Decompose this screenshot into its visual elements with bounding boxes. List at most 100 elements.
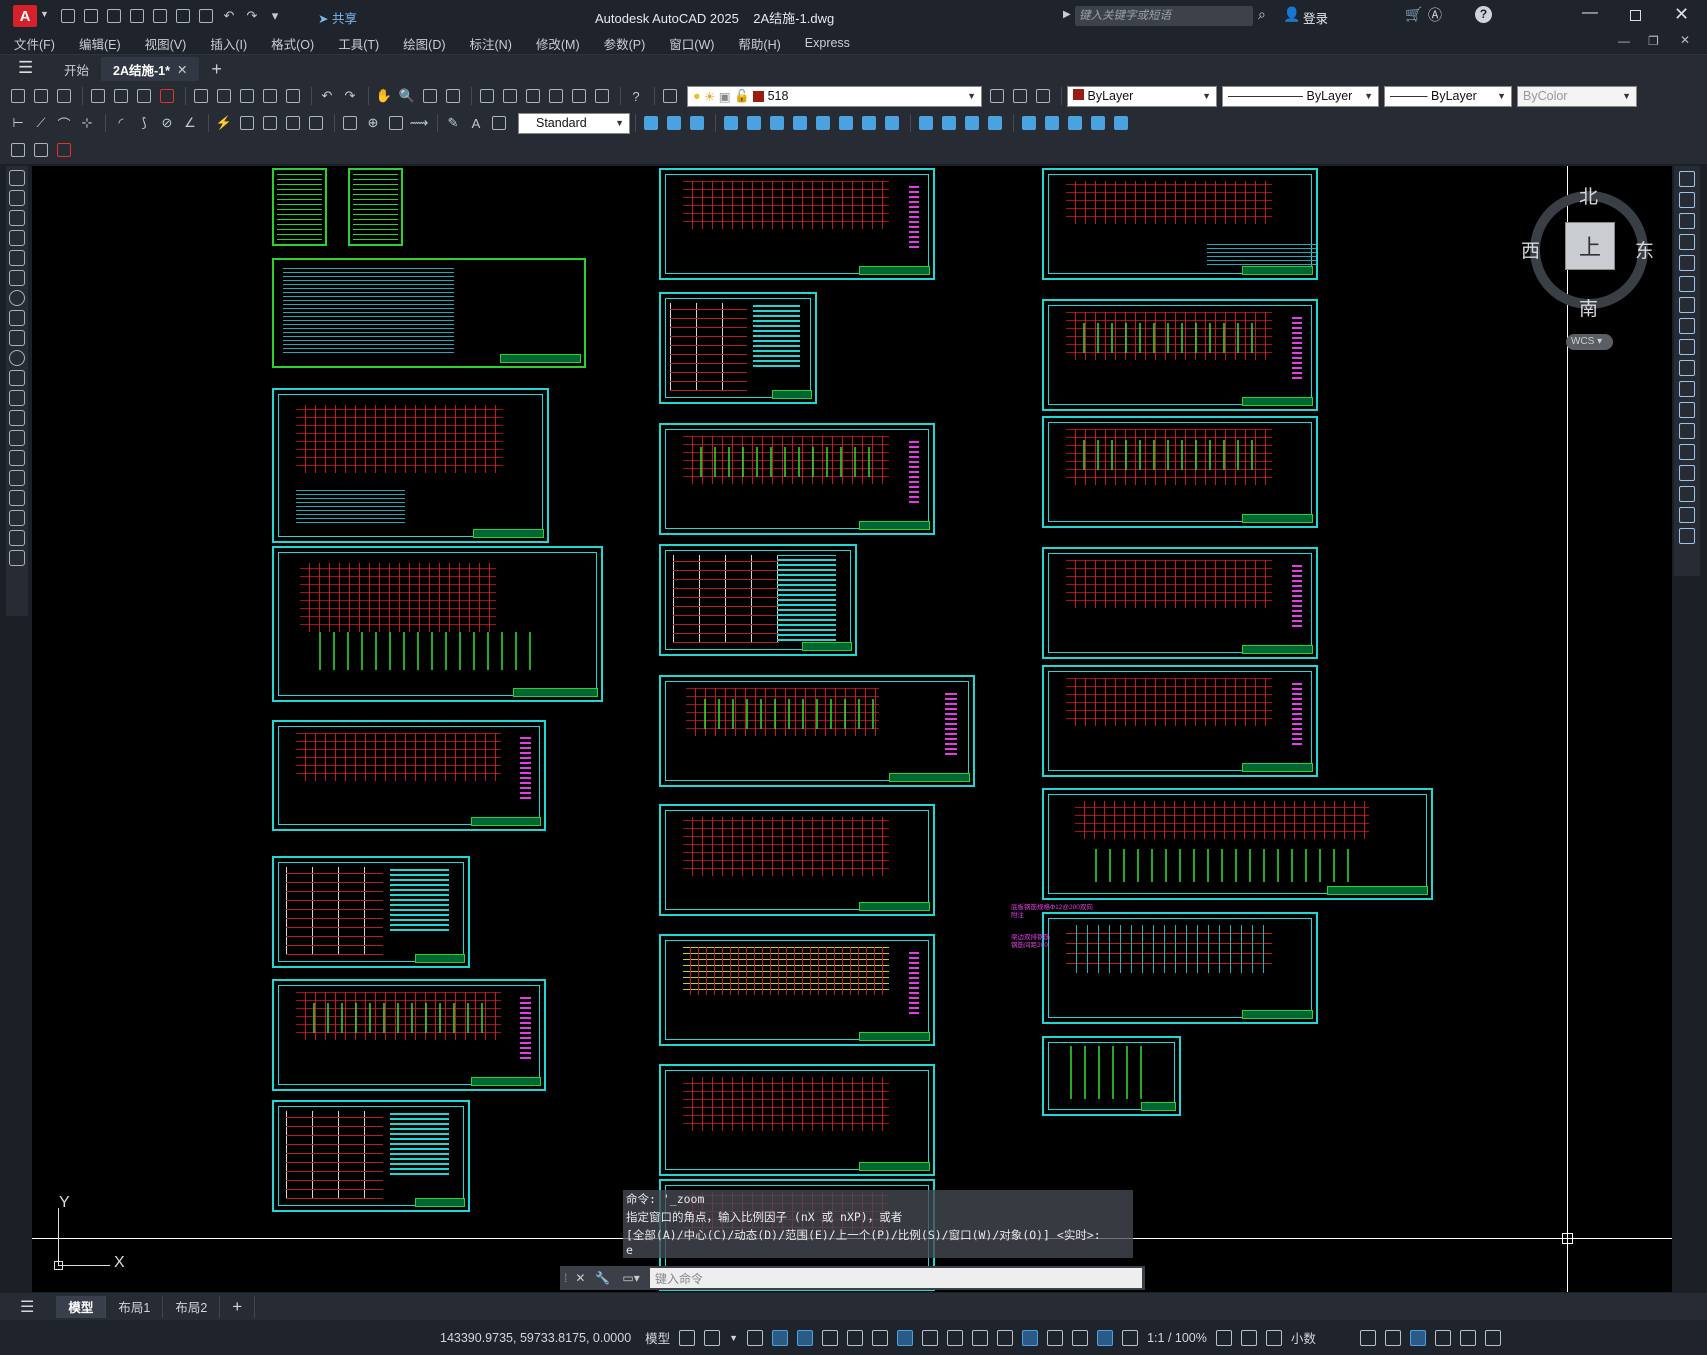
polar-tracking-icon[interactable] [822, 1329, 839, 1346]
arc-length-icon[interactable]: ⌒ [54, 113, 74, 133]
add-selected-icon[interactable] [9, 550, 25, 566]
menu-help[interactable]: 帮助(H) [738, 34, 780, 53]
units-icon[interactable] [1265, 1329, 1282, 1346]
jogged-linear-icon[interactable]: ⟿ [409, 113, 429, 133]
app-logo[interactable]: A [13, 5, 37, 27]
publish-3d-icon[interactable] [134, 86, 154, 106]
inspection-icon[interactable] [386, 113, 406, 133]
open-icon[interactable] [81, 6, 101, 26]
tab-layout1[interactable]: 布局1 [106, 1295, 164, 1318]
scale-icon[interactable] [1679, 318, 1695, 334]
3d-osnap-icon[interactable] [997, 1329, 1014, 1346]
compass-north[interactable]: 北 [1579, 182, 1598, 209]
camera-icon[interactable] [1088, 113, 1108, 133]
union-icon[interactable] [813, 113, 833, 133]
minimize-icon[interactable]: — [1582, 4, 1598, 22]
drawing-sheet-slab-4[interactable] [659, 804, 935, 916]
annotation-scale[interactable]: 1:1 / 100% [1147, 1331, 1207, 1345]
drawing-sheet-small-detail[interactable] [1042, 1036, 1181, 1116]
drawing-sheet-roof-2[interactable] [659, 1064, 935, 1176]
zoom-realtime-icon[interactable]: 🔍 [397, 86, 417, 106]
drawing-sheet-table-3[interactable] [659, 292, 817, 404]
wcs-menu[interactable]: WCS ▾ [1566, 334, 1613, 350]
chevron-right-icon[interactable]: ▶ [1063, 9, 1071, 20]
search-icon[interactable]: ⌕ [1258, 6, 1266, 23]
extrude-icon[interactable] [721, 113, 741, 133]
lineweight-dropdown[interactable]: ——— ByLayer ▼ [1384, 85, 1512, 107]
menu-file[interactable]: 文件(F) [14, 34, 55, 53]
drawing-sheet-foundation[interactable] [272, 388, 549, 543]
loft-icon[interactable] [790, 113, 810, 133]
continue-icon[interactable] [260, 113, 280, 133]
quick-properties-icon[interactable] [1359, 1329, 1376, 1346]
orbit-icon[interactable] [1019, 113, 1039, 133]
lock-ui-icon[interactable] [1384, 1329, 1401, 1346]
drawing-sheet-details[interactable] [1042, 788, 1433, 900]
add-layout-icon[interactable]: + [220, 1295, 256, 1318]
drawing-canvas[interactable]: 底板钢筋规格Φ12@200双向 附注 梁边双排钢筋 钢筋间距200 [32, 166, 1672, 1292]
chevron-down-icon[interactable]: ▼ [40, 9, 49, 19]
copy-object-icon[interactable] [1679, 192, 1695, 208]
polyline-icon[interactable] [9, 210, 25, 226]
drawing-sheet-slab-2[interactable] [659, 423, 935, 535]
extend-icon[interactable] [1679, 381, 1695, 397]
maximize-icon[interactable] [1630, 10, 1641, 21]
menu-view[interactable]: 视图(V) [145, 34, 187, 53]
autodesk-apps-icon[interactable]: Ⓐ [1428, 5, 1442, 25]
cut-icon[interactable] [191, 86, 211, 106]
layout-menu-icon[interactable]: ☰ [8, 1296, 46, 1318]
line-icon[interactable] [9, 170, 25, 186]
tab-layout2[interactable]: 布局2 [163, 1295, 221, 1318]
customize-icon[interactable]: ▾ [265, 6, 285, 26]
undo-icon[interactable]: ↶ [219, 6, 239, 26]
new-icon[interactable] [58, 6, 78, 26]
ortho-icon[interactable] [797, 1329, 814, 1346]
diameter-icon[interactable]: ⊘ [157, 113, 177, 133]
chamfer-icon[interactable] [1679, 465, 1695, 481]
object-snap-tracking-icon[interactable] [872, 1329, 889, 1346]
doc-minimize-icon[interactable]: — [1618, 34, 1630, 48]
attribute-manager-icon[interactable] [54, 140, 74, 160]
drawing-sheet-index-1[interactable] [272, 168, 327, 246]
dynamic-input-icon[interactable] [747, 1329, 764, 1346]
drawing-sheet-column-1[interactable] [272, 979, 546, 1091]
sweep-icon[interactable] [767, 113, 787, 133]
visual-style-wire-icon[interactable] [916, 113, 936, 133]
break-at-point-icon[interactable] [1679, 402, 1695, 418]
erase-icon[interactable] [1679, 171, 1695, 187]
help-icon[interactable]: ? [1475, 6, 1492, 23]
explode-icon[interactable] [1679, 528, 1695, 544]
drawing-sheet-wall-3[interactable] [1042, 547, 1318, 659]
menu-window[interactable]: 窗口(W) [669, 34, 714, 53]
make-block-icon[interactable] [9, 410, 25, 426]
color-dropdown[interactable]: ByLayer ▼ [1067, 85, 1217, 107]
drawing-sheet-index-2[interactable] [348, 168, 403, 246]
visual-style-realistic-icon[interactable] [962, 113, 982, 133]
layer-states-icon[interactable] [1033, 86, 1053, 106]
viewcube-top-face[interactable]: 上 [1565, 222, 1615, 270]
menu-dimension[interactable]: 标注(N) [470, 34, 512, 53]
tool-palettes-icon[interactable] [523, 86, 543, 106]
command-input[interactable]: 键入命令 [650, 1268, 1142, 1288]
markup-icon[interactable] [569, 86, 589, 106]
center-mark-icon[interactable]: ⊕ [363, 113, 383, 133]
make-current-layer-icon[interactable] [987, 86, 1007, 106]
dimension-text-edit-icon[interactable]: A [466, 113, 486, 133]
ordinate-icon[interactable]: ⊹ [77, 113, 97, 133]
drawing-sheet-slab-3[interactable] [659, 675, 975, 787]
point-icon[interactable] [9, 430, 25, 446]
share-button[interactable]: ➤ 共享 [318, 8, 357, 27]
baseline-icon[interactable] [237, 113, 257, 133]
menu-format[interactable]: 格式(O) [271, 34, 314, 53]
lock-icon[interactable]: 🔓 [734, 89, 750, 104]
command-prompt-icon[interactable]: ▭▾ [622, 1271, 639, 1285]
isodraft-icon[interactable] [847, 1329, 864, 1346]
units-value[interactable]: 小数 [1291, 1328, 1351, 1347]
object-snap-icon[interactable] [897, 1329, 914, 1346]
ellipse-icon[interactable] [9, 350, 25, 366]
aligned-dimension-icon[interactable]: ⟋ [31, 113, 51, 133]
dynamic-ucs-icon[interactable] [1022, 1329, 1039, 1346]
join-icon[interactable] [1679, 444, 1695, 460]
region-icon[interactable] [9, 490, 25, 506]
layer-dropdown[interactable]: ● ☀ ▣ 🔓 518 ▼ [687, 85, 982, 107]
